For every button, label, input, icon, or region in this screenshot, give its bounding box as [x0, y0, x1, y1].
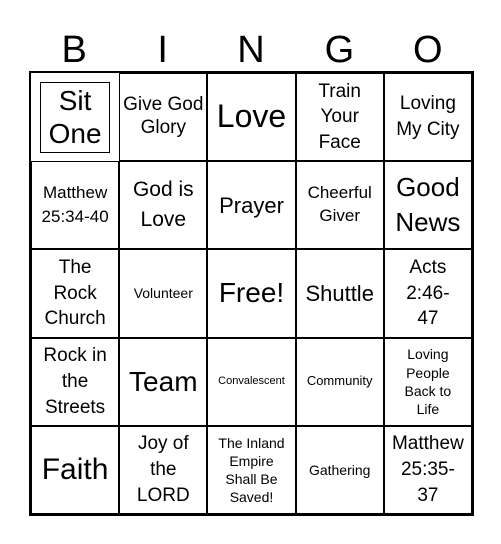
header-letter-b: B	[61, 29, 87, 71]
bingo-cell[interactable]: Matthew 25:34-40	[31, 161, 120, 250]
bingo-cell[interactable]: Rock in the Streets	[31, 337, 120, 426]
bingo-cell[interactable]: Team	[119, 337, 208, 426]
bingo-cell[interactable]: God is Love	[119, 161, 208, 250]
bingo-cell[interactable]: Sit One	[40, 81, 111, 153]
bingo-cell[interactable]: Gathering	[295, 425, 384, 514]
bingo-header: B I N G O	[30, 28, 472, 72]
bingo-cell[interactable]: Matthew 25:35-37	[383, 425, 472, 514]
bingo-cell[interactable]: Cheerful Giver	[295, 161, 384, 250]
bingo-cell[interactable]: Convalescent	[207, 337, 296, 426]
bingo-grid: Sit One Give God Glory Love Train Your F…	[29, 71, 474, 516]
header-letter-n: N	[237, 29, 265, 71]
bingo-cell[interactable]: Prayer	[207, 161, 296, 250]
bingo-cell[interactable]: Acts 2:46-47	[383, 249, 472, 338]
header-letter-i: I	[157, 29, 168, 71]
bingo-cell[interactable]: Love	[207, 73, 296, 162]
bingo-cell[interactable]: Community	[295, 337, 384, 426]
bingo-cell[interactable]: Good News	[383, 161, 472, 250]
bingo-cell[interactable]: Shuttle	[295, 249, 384, 338]
bingo-cell[interactable]: Volunteer	[119, 249, 208, 338]
bingo-cell[interactable]: Faith	[31, 425, 120, 514]
bingo-cell[interactable]: Joy of the LORD	[119, 425, 208, 514]
bingo-cell[interactable]: The Inland Empire Shall Be Saved!	[207, 425, 296, 514]
header-letter-g: G	[324, 29, 355, 71]
header-letter-o: O	[413, 29, 443, 71]
bingo-cell[interactable]: Loving My City	[383, 73, 472, 162]
bingo-cell[interactable]: Free!	[207, 249, 296, 338]
bingo-cell[interactable]: Loving People Back to Life	[383, 337, 472, 426]
bingo-cell[interactable]: Give God Glory	[119, 73, 208, 162]
bingo-cell[interactable]: Train Your Face	[295, 73, 384, 162]
bingo-cell[interactable]: The Rock Church	[31, 249, 120, 338]
